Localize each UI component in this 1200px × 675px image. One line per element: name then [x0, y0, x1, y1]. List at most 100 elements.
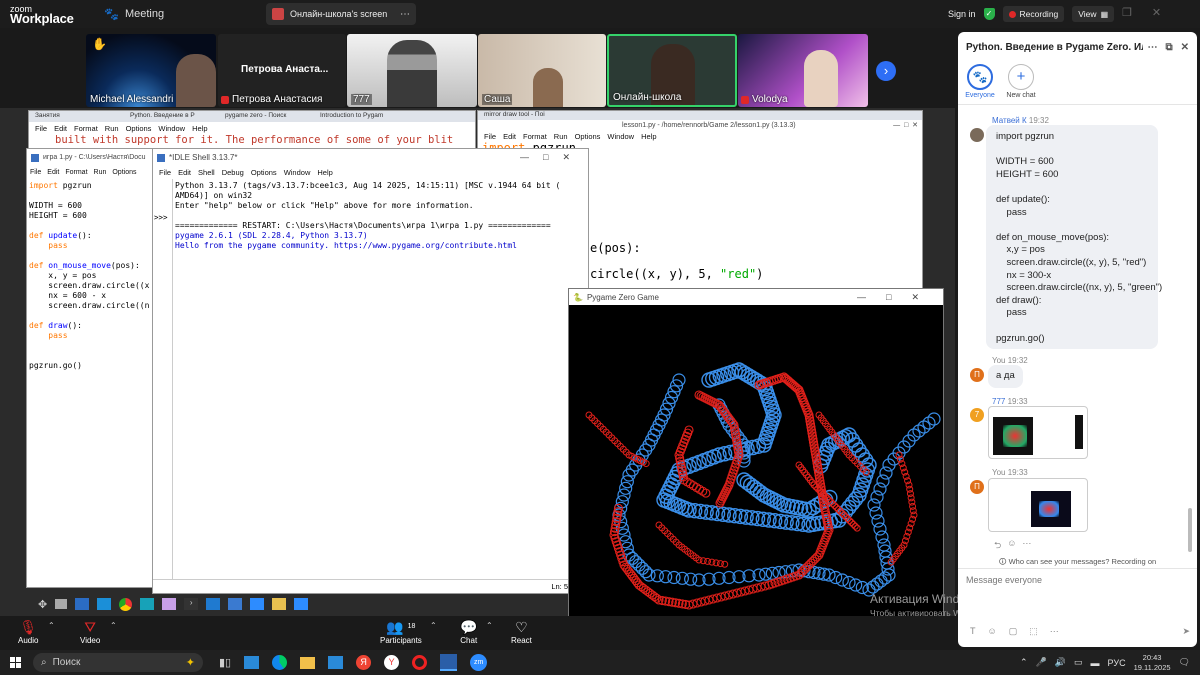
- close-icon[interactable]: ✕: [1181, 42, 1189, 53]
- shell-output[interactable]: Python 3.13.7 (tags/v3.13.7:bcee1c3, Aug…: [175, 181, 585, 571]
- menu-item[interactable]: Format: [523, 132, 547, 141]
- format-text-icon[interactable]: T: [970, 626, 976, 637]
- app-icon[interactable]: [75, 598, 90, 610]
- zoom-app-icon[interactable]: [250, 598, 265, 610]
- message-bubble[interactable]: import pgzrun WIDTH = 600 HEIGHT = 600 d…: [986, 125, 1162, 349]
- menu-item[interactable]: Help: [317, 168, 332, 177]
- task-view-icon[interactable]: ▮▯: [219, 656, 231, 669]
- menu-item[interactable]: Options: [251, 168, 277, 177]
- menu-item[interactable]: File: [484, 132, 496, 141]
- yandex-icon[interactable]: Я: [356, 655, 372, 670]
- message-bubble[interactable]: а да: [988, 365, 1023, 388]
- more-icon[interactable]: ⋯: [1147, 42, 1157, 53]
- close-icon[interactable]: ✕: [1152, 6, 1161, 19]
- browser-tab[interactable]: mirror draw tool - Поі: [484, 111, 545, 118]
- next-page-button[interactable]: ›: [876, 61, 896, 81]
- menu-item[interactable]: Window: [284, 168, 311, 177]
- app-icon[interactable]: [162, 598, 177, 610]
- clock[interactable]: 20:43 19.11.2025: [1134, 653, 1171, 673]
- participant-tile[interactable]: Volodya: [738, 34, 868, 107]
- menu-item[interactable]: Format: [74, 124, 98, 133]
- menu-item[interactable]: Run: [554, 132, 568, 141]
- menu-item[interactable]: Options: [575, 132, 601, 141]
- meeting-tab[interactable]: 🐾 Meeting: [104, 4, 164, 24]
- menu-item[interactable]: Options: [126, 124, 152, 133]
- app-icon[interactable]: [97, 598, 112, 610]
- menu-item[interactable]: Edit: [47, 169, 59, 176]
- menu-item[interactable]: Edit: [54, 124, 67, 133]
- message-input[interactable]: Message everyone: [966, 575, 1186, 585]
- chevron-up-icon[interactable]: ⌃: [486, 621, 493, 630]
- menu-item[interactable]: Edit: [178, 168, 191, 177]
- menu-item[interactable]: File: [35, 124, 47, 133]
- app-icon[interactable]: [228, 598, 243, 610]
- chevron-up-icon[interactable]: ⌃: [48, 621, 55, 630]
- browser-tab[interactable]: Introduction to Pygam: [314, 111, 404, 122]
- edge-icon[interactable]: [272, 655, 288, 670]
- speaker-icon[interactable]: 🔊: [1055, 657, 1066, 668]
- menu-item[interactable]: File: [159, 168, 171, 177]
- menu-item[interactable]: Help: [192, 124, 207, 133]
- emoji-icon[interactable]: ☺: [1007, 538, 1016, 554]
- battery-icon[interactable]: ▬: [1091, 658, 1100, 668]
- menu-item[interactable]: Window: [158, 124, 185, 133]
- menu-item[interactable]: Help: [641, 132, 656, 141]
- taskbar-search[interactable]: ⌕ Поиск ✦: [33, 653, 203, 672]
- chevron-up-icon[interactable]: ⌃: [1020, 657, 1028, 668]
- move-icon[interactable]: ✥: [38, 598, 47, 611]
- screen-share-tab[interactable]: Онлайн-школа's screen ⋯: [266, 3, 416, 25]
- chevron-up-icon[interactable]: ⌃: [110, 621, 117, 630]
- browser-tab[interactable]: Python. Введение в Р: [124, 111, 219, 122]
- recording-badge[interactable]: Recording: [1002, 6, 1065, 22]
- send-icon[interactable]: ➤: [1182, 626, 1190, 637]
- view-button[interactable]: View ▦: [1072, 6, 1115, 22]
- windows-start-icon[interactable]: [10, 657, 21, 668]
- reply-icon[interactable]: ⮌: [994, 538, 1001, 554]
- chat-button[interactable]: 💬 Chat: [460, 618, 477, 645]
- shared-image-thumbnail[interactable]: [988, 406, 1088, 459]
- code-area[interactable]: import pgzrun WIDTH = 600 HEIGHT = 600 de…: [27, 178, 153, 583]
- opera-icon[interactable]: [412, 655, 428, 670]
- participants-button[interactable]: 👥 18 Participants: [380, 618, 422, 645]
- menu-item[interactable]: Options: [112, 169, 136, 176]
- restore-icon[interactable]: ❐: [1122, 6, 1132, 19]
- yandex-browser-icon[interactable]: Y: [384, 655, 400, 670]
- participant-tile[interactable]: Саша: [478, 34, 606, 107]
- menu-item[interactable]: File: [30, 169, 41, 176]
- chat-scrollbar[interactable]: [1188, 508, 1192, 552]
- react-button[interactable]: ♡ React: [511, 618, 532, 645]
- menu-item[interactable]: Format: [65, 169, 87, 176]
- microphone-icon[interactable]: 🎤: [1036, 657, 1047, 668]
- screenshot-icon[interactable]: ⬚: [1029, 626, 1038, 637]
- desktop-icon[interactable]: [55, 599, 68, 609]
- shared-image-thumbnail[interactable]: [988, 478, 1088, 532]
- popout-icon[interactable]: ⧉: [1165, 42, 1172, 53]
- new-chat-button[interactable]: + New chat: [1004, 64, 1038, 99]
- menu-item[interactable]: Debug: [222, 168, 244, 177]
- sign-in-link[interactable]: Sign in: [948, 9, 976, 19]
- game-canvas[interactable]: [569, 305, 943, 617]
- participant-tile-active-speaker[interactable]: Онлайн-школа: [607, 34, 737, 107]
- more-icon[interactable]: ⋯: [1050, 626, 1059, 637]
- menu-item[interactable]: Run: [94, 169, 107, 176]
- file-icon[interactable]: ▢: [1009, 626, 1018, 637]
- chat-recipient-everyone[interactable]: 🐾 Everyone: [964, 64, 996, 99]
- zoom-app-icon[interactable]: [294, 598, 309, 610]
- app-icon[interactable]: [140, 598, 155, 610]
- zoom-app-icon[interactable]: zm: [470, 654, 488, 671]
- terminal-icon[interactable]: ›: [184, 598, 199, 610]
- app-icon[interactable]: [328, 656, 344, 669]
- more-icon[interactable]: ⋯: [1022, 538, 1031, 554]
- menu-item[interactable]: Edit: [503, 132, 516, 141]
- participant-tile[interactable]: ✋ Michael Alessandri: [86, 34, 216, 107]
- browser-tab[interactable]: pygame zero - Поиск: [219, 111, 314, 122]
- video-button[interactable]: ⛛ Video: [80, 618, 100, 645]
- app-icon[interactable]: [244, 656, 260, 669]
- audio-button[interactable]: 🎙 Audio: [18, 618, 38, 645]
- paint-icon[interactable]: [440, 654, 458, 671]
- menu-item[interactable]: Shell: [198, 168, 215, 177]
- notification-icon[interactable]: 🗨: [1179, 657, 1190, 668]
- shield-check-icon[interactable]: ✓: [983, 8, 995, 20]
- menu-item[interactable]: Window: [607, 132, 634, 141]
- chrome-icon[interactable]: [119, 597, 133, 611]
